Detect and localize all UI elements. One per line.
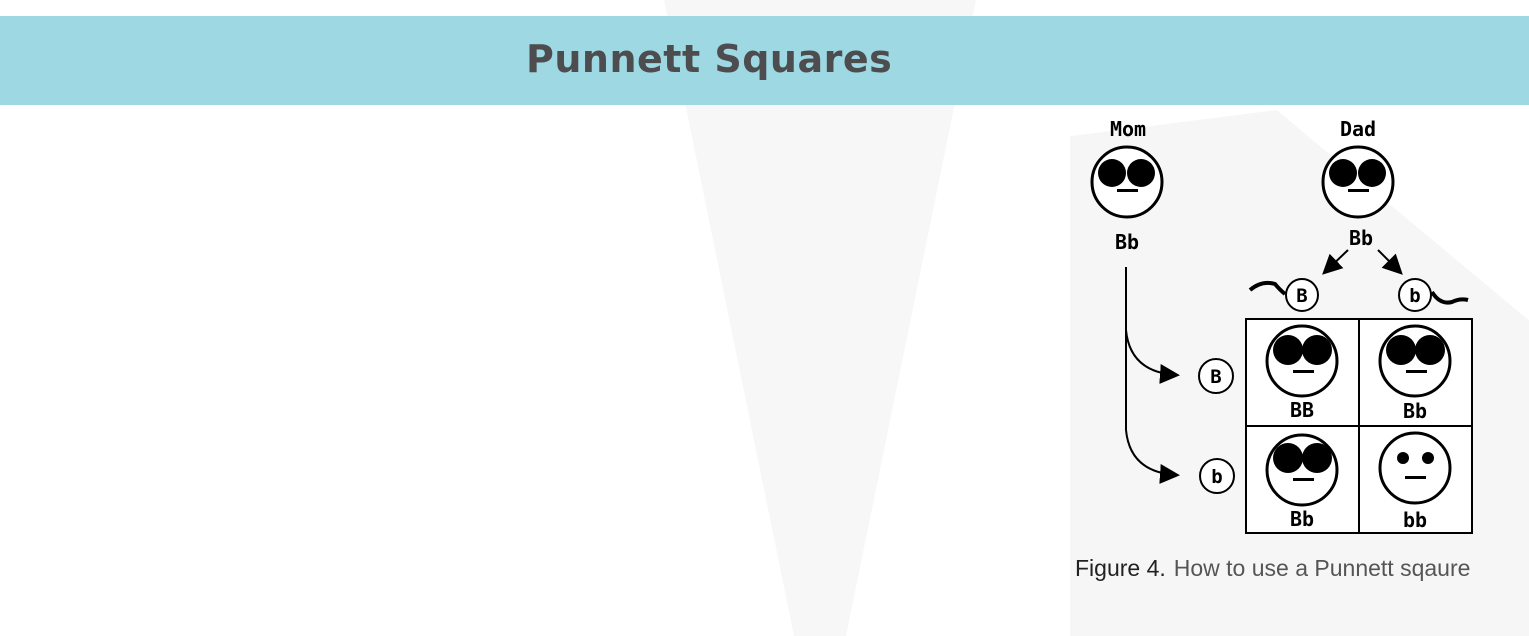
caption-label: Figure 4.	[1075, 555, 1166, 581]
offspring-face-icon	[1378, 324, 1452, 398]
offspring-genotype: Bb	[1403, 399, 1427, 423]
dad-allele-b-dominant: B	[1285, 278, 1319, 312]
mom-allele-b-dominant: B	[1198, 358, 1234, 394]
svg-text:B: B	[1210, 366, 1221, 388]
sperm-tail-right	[1430, 290, 1469, 305]
mom-face-icon	[1090, 145, 1164, 219]
sperm-tail-left	[1248, 280, 1287, 296]
mom-label: Mom	[1110, 117, 1146, 141]
dad-arrow-right	[1377, 249, 1403, 275]
caption-text: How to use a Punnett sqaure	[1173, 555, 1471, 581]
figure-caption: Figure 4. How to use a Punnett sqaure	[1075, 555, 1470, 582]
offspring-genotype: BB	[1290, 398, 1314, 422]
offspring-face-icon	[1265, 324, 1339, 398]
offspring-face-icon	[1378, 431, 1452, 505]
punnett-square-figure: Mom Dad Bb Bb B b B b BB Bb Bb bb	[1090, 117, 1473, 534]
mom-branch-bottom	[1125, 429, 1180, 484]
mom-branch-top	[1125, 329, 1180, 384]
dad-arrow-left	[1322, 249, 1349, 275]
mom-allele-b-recessive: b	[1199, 458, 1235, 494]
dad-face-icon	[1321, 145, 1395, 219]
dad-label: Dad	[1340, 117, 1376, 141]
offspring-face-icon	[1265, 433, 1339, 507]
svg-text:b: b	[1211, 466, 1222, 488]
dad-allele-b-recessive: b	[1398, 278, 1432, 312]
svg-text:B: B	[1296, 285, 1307, 307]
offspring-genotype: bb	[1403, 508, 1427, 532]
svg-text:b: b	[1409, 285, 1420, 307]
dad-genotype: Bb	[1349, 226, 1373, 250]
mom-genotype: Bb	[1115, 230, 1139, 254]
offspring-genotype: Bb	[1290, 507, 1314, 531]
